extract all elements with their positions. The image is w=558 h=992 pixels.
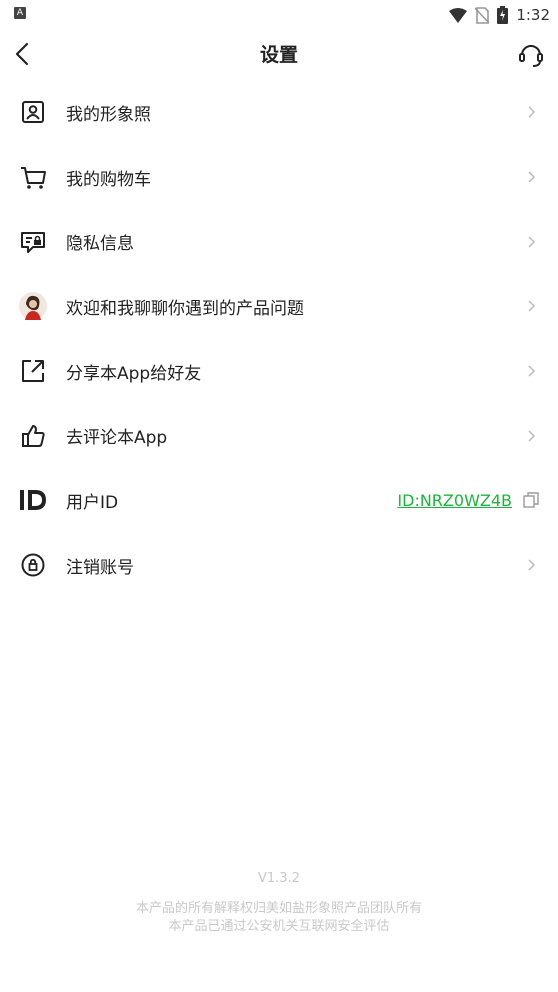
settings-row-share[interactable]: 分享本App给好友 bbox=[0, 339, 558, 404]
settings-row-label: 我的形象照 bbox=[66, 104, 151, 125]
user-id-value[interactable]: ID:NRZ0WZ4B bbox=[397, 491, 512, 510]
settings-row-label: 注销账号 bbox=[66, 557, 134, 578]
id-icon bbox=[18, 485, 48, 515]
settings-row-label: 隐私信息 bbox=[66, 234, 134, 255]
settings-row-delete-account[interactable]: 注销账号 bbox=[0, 533, 558, 598]
privacy-card-icon bbox=[18, 227, 48, 257]
account-lock-icon bbox=[18, 550, 48, 580]
share-external-icon bbox=[18, 356, 48, 386]
battery-charging-icon bbox=[497, 6, 509, 24]
settings-row-privacy[interactable]: 隐私信息 bbox=[0, 209, 558, 274]
settings-row-review[interactable]: 去评论本App bbox=[0, 403, 558, 468]
settings-row-user-id: 用户ID ID:NRZ0WZ4B bbox=[0, 468, 558, 533]
settings-list: 我的形象照 我的购物车 隐私信息 欢迎和我聊聊你遇到的产品问题 分享本App给好… bbox=[0, 80, 558, 598]
headset-icon bbox=[519, 45, 543, 67]
settings-row-portrait[interactable]: 我的形象照 bbox=[0, 80, 558, 145]
no-sim-icon bbox=[475, 6, 490, 24]
security-notice-line: 本产品已通过公安机关互联网安全评估 bbox=[168, 919, 390, 934]
page-title: 设置 bbox=[259, 44, 298, 66]
nav-bar: 设置 bbox=[0, 30, 558, 78]
app-version: V1.3.2 bbox=[258, 871, 300, 886]
copy-icon[interactable] bbox=[522, 491, 540, 509]
settings-row-label: 我的购物车 bbox=[66, 169, 151, 190]
settings-row-cart[interactable]: 我的购物车 bbox=[0, 145, 558, 210]
shopping-cart-icon bbox=[18, 162, 48, 192]
status-bar: A 1:32 bbox=[0, 0, 558, 30]
settings-row-label: 去评论本App bbox=[66, 428, 168, 449]
settings-row-label: 欢迎和我聊聊你遇到的产品问题 bbox=[66, 298, 304, 319]
settings-row-feedback[interactable]: 欢迎和我聊聊你遇到的产品问题 bbox=[0, 274, 558, 339]
wifi-icon bbox=[449, 7, 468, 23]
avatar bbox=[18, 291, 48, 321]
thumbs-up-icon bbox=[18, 421, 48, 451]
settings-row-label: 分享本App给好友 bbox=[66, 363, 202, 384]
chevron-right-icon bbox=[528, 559, 536, 571]
chevron-right-icon bbox=[528, 171, 536, 183]
chevron-right-icon bbox=[528, 106, 536, 118]
chevron-right-icon bbox=[528, 365, 536, 377]
portrait-frame-icon bbox=[18, 97, 48, 127]
chevron-right-icon bbox=[528, 236, 536, 248]
customer-support-button[interactable] bbox=[516, 40, 546, 70]
notification-app-icon: A bbox=[14, 7, 26, 19]
chevron-right-icon bbox=[528, 300, 536, 312]
chevron-right-icon bbox=[528, 430, 536, 442]
status-time: 1:32 bbox=[516, 6, 550, 24]
settings-row-label: 用户ID bbox=[66, 492, 119, 513]
copyright-notice: 本产品的所有解释权归美如盐形象照产品团队所有 本产品已通过公安机关互联网安全评估 bbox=[0, 900, 558, 936]
status-icons: 1:32 bbox=[449, 4, 550, 26]
copyright-line: 本产品的所有解释权归美如盐形象照产品团队所有 bbox=[135, 901, 422, 916]
